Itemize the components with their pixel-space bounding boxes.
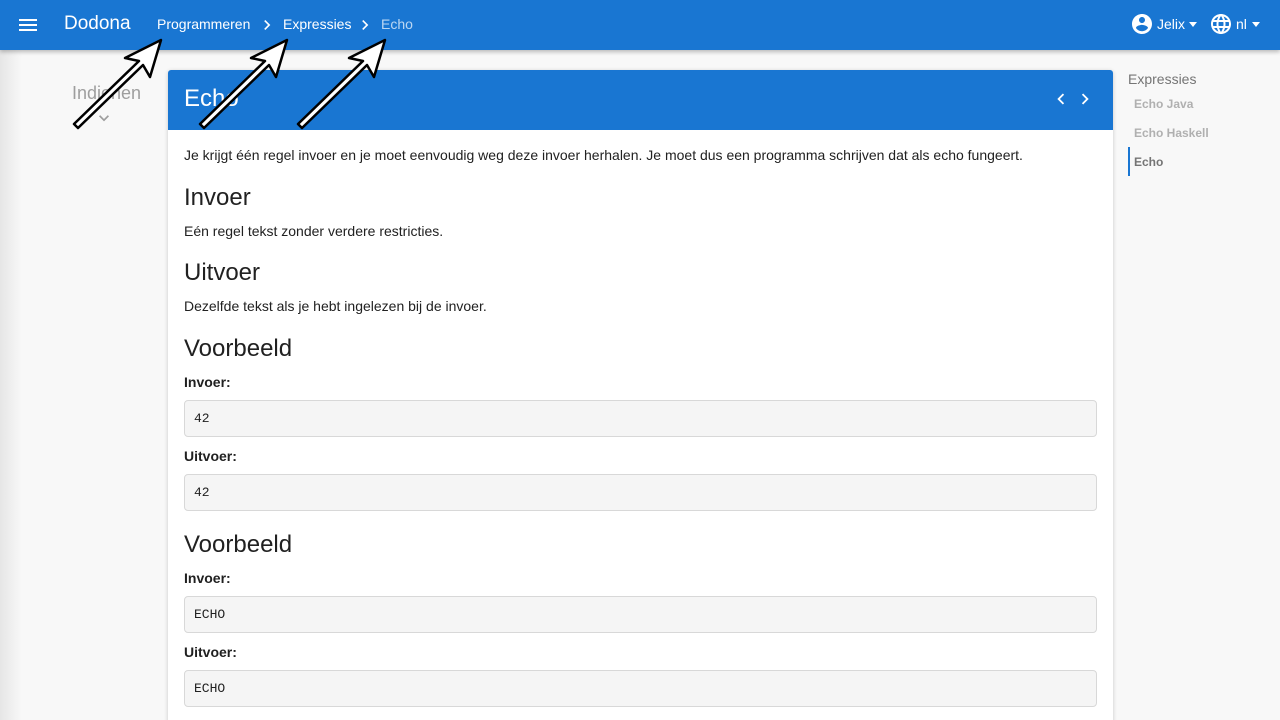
top-app-bar: Dodona Programmeren Expressies Echo Jeli… — [0, 0, 1280, 50]
language-menu[interactable]: nl — [1209, 12, 1264, 38]
section-heading: Uitvoer — [184, 259, 261, 286]
example-input-code: ECHO — [184, 596, 1097, 633]
left-sidebar — [0, 50, 168, 720]
menu-icon[interactable] — [16, 13, 40, 37]
series-title: Expressies — [1128, 71, 1197, 87]
example-output-code: ECHO — [184, 670, 1097, 707]
chevron-down-icon[interactable] — [94, 108, 114, 128]
chevron-left-icon[interactable] — [1050, 88, 1072, 110]
series-item-echo-haskell[interactable]: Echo Haskell — [1134, 126, 1209, 140]
exercise-description: Je krijgt één regel invoer en je moet ee… — [184, 147, 1023, 163]
example-output-label: Uitvoer: — [184, 644, 237, 660]
breadcrumb-echo: Echo — [381, 16, 413, 32]
example-heading: Voorbeeld — [184, 531, 293, 558]
series-item-echo[interactable]: Echo — [1134, 155, 1163, 169]
chevron-right-icon[interactable] — [1074, 88, 1096, 110]
user-name: Jelix — [1157, 16, 1186, 32]
example-heading: Voorbeeld — [184, 335, 293, 362]
example-input-label: Invoer: — [184, 570, 231, 586]
exercise-card-header: Echo — [168, 70, 1113, 130]
example-input-code: 42 — [184, 400, 1097, 437]
sidebar-shadow — [0, 50, 22, 720]
section-text: Dezelfde tekst als je hebt ingelezen bij… — [184, 298, 487, 314]
indienen-toggle[interactable]: Indienen — [72, 83, 141, 104]
example-output-label: Uitvoer: — [184, 448, 237, 464]
brand-logo[interactable]: Dodona — [64, 13, 131, 35]
exercise-title: Echo — [184, 85, 239, 112]
active-indicator — [1128, 147, 1130, 176]
series-item-echo-java[interactable]: Echo Java — [1134, 97, 1193, 111]
caret-down-icon — [1252, 22, 1260, 27]
user-menu[interactable]: Jelix — [1130, 12, 1205, 38]
caret-down-icon — [1189, 22, 1197, 27]
section-text: Eén regel tekst zonder verdere restricti… — [184, 223, 444, 239]
example-output-code: 42 — [184, 474, 1097, 511]
breadcrumb-programmeren[interactable]: Programmeren — [157, 16, 250, 32]
chevron-right-icon — [362, 20, 369, 30]
language-label: nl — [1236, 16, 1247, 32]
globe-icon — [1211, 14, 1231, 34]
example-input-label: Invoer: — [184, 374, 231, 390]
section-heading: Invoer — [184, 184, 251, 211]
breadcrumb-expressies[interactable]: Expressies — [283, 16, 351, 32]
account-circle-icon — [1132, 14, 1152, 34]
chevron-right-icon — [264, 20, 271, 30]
